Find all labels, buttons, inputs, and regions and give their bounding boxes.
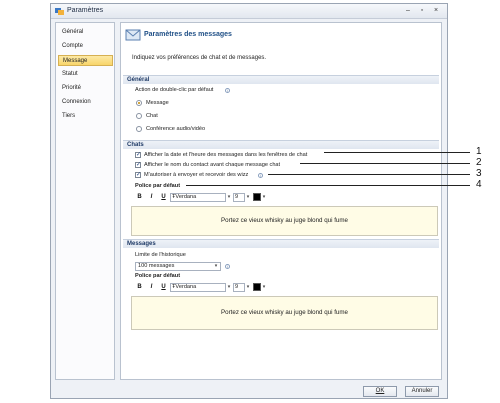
chevron-down-icon[interactable]: ▾ (226, 283, 232, 292)
maximize-icon[interactable]: ▫ (417, 7, 427, 15)
font-family-value: Verdana (175, 284, 197, 290)
bold-button[interactable]: B (135, 283, 144, 292)
page-subtitle: Indiquez vos préférences de chat et de m… (132, 55, 267, 61)
content-panel: Paramètres des messages Indiquez vos pré… (120, 22, 442, 380)
chat-format-toolbar: B I U ŦVerdana ▾ 9 ▾ ▾ (135, 193, 335, 203)
title-bar[interactable]: Paramètres – ▫ × (51, 4, 447, 19)
callout-line (324, 152, 470, 153)
chevron-down-icon[interactable]: ▾ (213, 262, 219, 271)
sidebar-item-statut[interactable]: Statut (58, 69, 113, 80)
sidebar-item-tiers[interactable]: Tiers (58, 111, 113, 122)
minimize-icon[interactable]: – (403, 7, 413, 15)
message-font-preview: Portez ce vieux whisky au juge blond qui… (131, 296, 438, 330)
font-size-select[interactable]: 9 (233, 193, 245, 202)
cancel-button[interactable]: Annuler (405, 386, 439, 397)
radio-chat-label: Chat (146, 113, 158, 119)
chevron-down-icon[interactable]: ▾ (226, 193, 232, 202)
double-click-label: Action de double-clic par défaut (135, 87, 214, 93)
radio-conference-label: Conférence audio/vidéo (146, 126, 206, 132)
chevron-down-icon[interactable]: ▾ (245, 283, 251, 292)
close-icon[interactable]: × (431, 7, 441, 15)
checkbox-show-datetime-label: Afficher la date et l'heure des messages… (144, 152, 308, 158)
underline-button[interactable]: U (159, 283, 168, 292)
section-messages: Messages (123, 239, 439, 248)
bold-button[interactable]: B (135, 193, 144, 202)
chat-font-preview: Portez ce vieux whisky au juge blond qui… (131, 206, 438, 236)
callout-number: 1 (476, 146, 482, 157)
chevron-down-icon[interactable]: ▾ (261, 283, 267, 292)
section-general: Général (123, 75, 439, 84)
checkbox-wizz[interactable]: ✓ (135, 172, 141, 178)
callout-line (186, 185, 470, 186)
chevron-down-icon[interactable]: ▾ (261, 193, 267, 202)
message-format-toolbar: B I U ŦVerdana ▾ 9 ▾ ▾ (135, 283, 335, 293)
message-font-label: Police par défaut (135, 273, 181, 279)
callout-number: 3 (476, 168, 482, 179)
sidebar-item-priorite[interactable]: Priorité (58, 83, 113, 94)
app-icon (55, 8, 64, 15)
message-icon (125, 29, 141, 41)
checkbox-show-contact-name[interactable]: ✓ (135, 162, 141, 168)
section-chats: Chats (123, 140, 439, 149)
callout-number: 2 (476, 157, 482, 168)
radio-message-label: Message (146, 100, 169, 106)
font-family-select[interactable]: ŦVerdana (170, 283, 226, 292)
sidebar: Général Compte Message Statut Priorité C… (55, 22, 115, 380)
font-family-select[interactable]: ŦVerdana (170, 193, 226, 202)
underline-button[interactable]: U (159, 193, 168, 202)
callout-number: 4 (476, 179, 482, 190)
settings-window: Paramètres – ▫ × Général Compte Message … (50, 3, 448, 399)
checkbox-show-datetime[interactable]: ✓ (135, 152, 141, 158)
sidebar-item-message[interactable]: Message (58, 55, 113, 66)
font-family-value: Verdana (175, 194, 197, 200)
checkbox-show-contact-name-label: Afficher le nom du contact avant chaque … (144, 162, 281, 168)
radio-message[interactable] (136, 100, 142, 106)
ok-button[interactable]: OK (363, 386, 397, 397)
checkbox-wizz-label: M'autoriser à envoyer et recevoir des wi… (144, 172, 249, 178)
page-title: Paramètres des messages (144, 31, 232, 38)
chat-font-label: Police par défaut (135, 183, 181, 189)
radio-chat[interactable] (136, 113, 142, 119)
sidebar-item-general[interactable]: Général (58, 27, 113, 38)
radio-conference[interactable] (136, 126, 142, 132)
history-limit-label: Limite de l'historique (135, 252, 186, 258)
italic-button[interactable]: I (147, 193, 156, 202)
info-icon[interactable]: i (258, 173, 263, 178)
sidebar-item-connexion[interactable]: Connexion (58, 97, 113, 108)
chevron-down-icon[interactable]: ▾ (245, 193, 251, 202)
ok-button-label: OK (375, 388, 385, 394)
font-color-swatch[interactable] (253, 283, 261, 291)
window-title: Paramètres (67, 7, 104, 14)
callout-line (300, 163, 470, 164)
font-size-select[interactable]: 9 (233, 283, 245, 292)
info-icon[interactable]: i (225, 88, 230, 93)
italic-button[interactable]: I (147, 283, 156, 292)
font-color-swatch[interactable] (253, 193, 261, 201)
sidebar-item-compte[interactable]: Compte (58, 41, 113, 52)
callout-line (268, 174, 470, 175)
history-limit-select[interactable]: 100 messages (135, 262, 221, 271)
info-icon[interactable]: i (225, 264, 230, 269)
